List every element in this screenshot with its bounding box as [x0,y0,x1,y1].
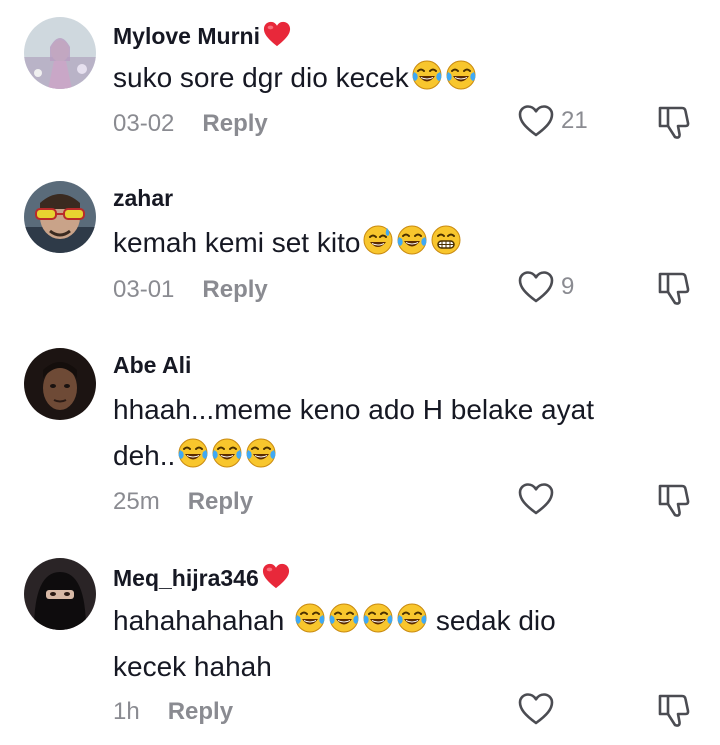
reply-button[interactable]: Reply [188,488,253,515]
reply-button[interactable]: Reply [168,698,233,725]
username[interactable]: Abe Ali [113,352,191,379]
like-count: 9 [561,273,575,300]
face-with-tears-of-joy-icon [445,59,477,91]
like-count: 21 [561,107,588,134]
timestamp: 25m [113,488,160,515]
comment-meta: 1h Reply [113,698,233,726]
avatar[interactable] [24,17,96,89]
avatar[interactable] [24,348,96,420]
avatar-image [24,558,96,630]
comment-meta: 03-01 Reply [113,276,268,304]
avatar[interactable] [24,181,96,253]
heart-outline-icon [517,103,555,139]
thumbs-down-icon [656,691,692,729]
thumbs-down-icon [656,481,692,519]
red-heart-icon [262,20,292,54]
heart-outline-icon [517,269,555,305]
comment-text: suko sore dgr dio kecek [113,55,673,101]
face-with-tears-of-joy-icon [294,602,326,634]
username[interactable]: zahar [113,185,173,212]
heart-outline-icon [517,691,555,727]
timestamp: 03-01 [113,276,175,303]
heart-outline-icon [517,481,555,517]
comment-text: hahahahahah sedak dio kecek hahah [113,598,673,690]
thumbs-down-icon [656,103,692,141]
reply-button[interactable]: Reply [202,110,267,137]
face-with-tears-of-joy-icon [362,602,394,634]
timestamp: 1h [113,698,140,725]
username[interactable]: Mylove Murni [113,20,292,54]
comment-item: zahar kemah kemi set kito 03-01 Reply 9 [0,165,720,335]
reply-button[interactable]: Reply [202,276,267,303]
face-with-tears-of-joy-icon [177,437,209,469]
dislike-button[interactable] [656,481,692,519]
face-with-tears-of-joy-icon [396,224,428,256]
like-button[interactable] [517,691,555,727]
avatar-image [24,181,96,253]
timestamp: 03-02 [113,110,175,137]
comment-meta: 03-02 Reply [113,110,268,138]
face-with-tears-of-joy-icon [411,59,443,91]
comment-text: hhaah...meme keno ado H belake ayat deh.. [113,394,594,471]
face-with-tears-of-joy-icon [396,602,428,634]
face-with-tears-of-joy-icon [328,602,360,634]
face-with-tears-of-joy-icon [211,437,243,469]
grinning-face-icon [430,224,462,256]
thumbs-down-icon [656,269,692,307]
avatar[interactable] [24,558,96,630]
grinning-face-with-sweat-icon [362,224,394,256]
comment-meta: 25m Reply [113,488,253,516]
like-button[interactable] [517,481,555,517]
dislike-button[interactable] [656,103,692,141]
avatar-image [24,348,96,420]
like-button[interactable]: 9 [517,269,574,305]
comment-item: Abe Ali hhaah...meme keno ado H belake a… [0,335,720,545]
like-button[interactable]: 21 [517,103,588,139]
face-with-tears-of-joy-icon [245,437,277,469]
avatar-image [24,17,96,89]
comment-item: Mylove Murni suko sore dgr dio kecek 03-… [0,0,720,165]
comment-text: kemah kemi set kito [113,220,673,266]
comment-item: Meq_hijra346 hahahahahah sedak dio kecek … [0,545,720,745]
dislike-button[interactable] [656,269,692,307]
red-heart-icon [261,562,291,596]
dislike-button[interactable] [656,691,692,729]
username[interactable]: Meq_hijra346 [113,562,291,596]
